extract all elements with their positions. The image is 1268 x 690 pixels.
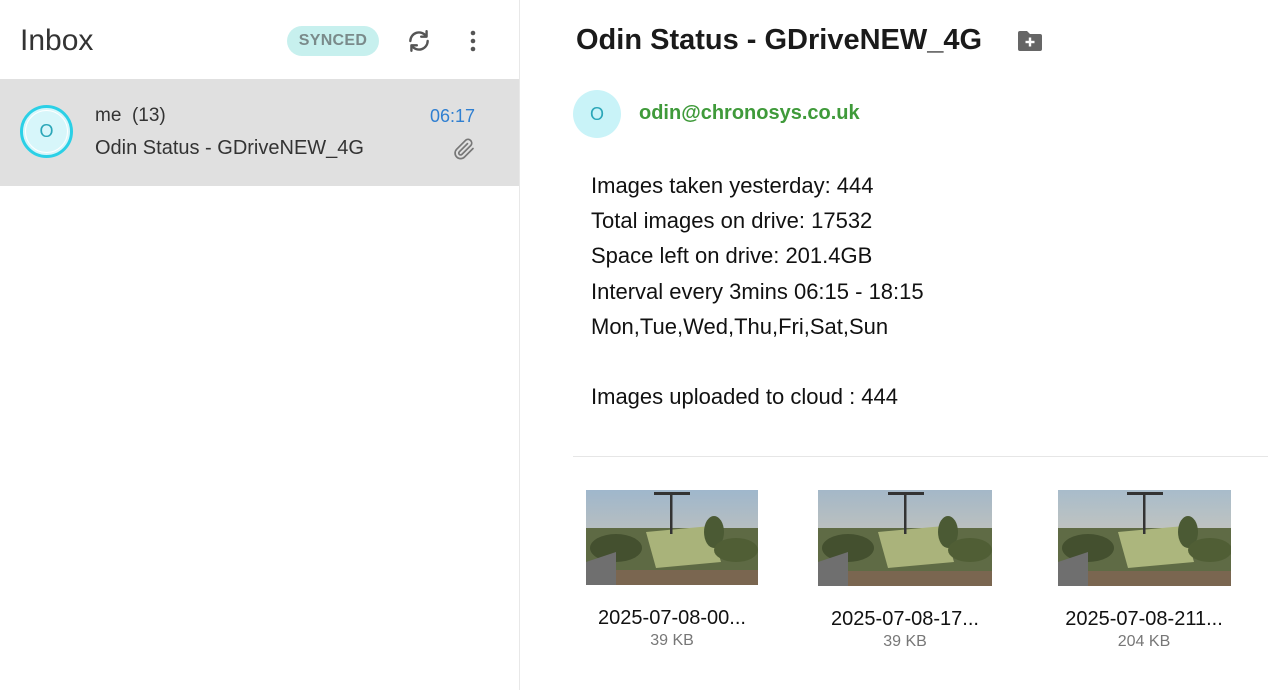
body-line: [591, 344, 924, 379]
sender-name: me: [95, 105, 122, 126]
attachment-thumbnail: [1057, 490, 1231, 586]
refresh-icon: [409, 30, 429, 52]
sender-avatar: O: [20, 105, 73, 158]
attachment-thumbnail: [818, 490, 992, 586]
refresh-button[interactable]: [404, 26, 434, 56]
attachment-size: 39 KB: [883, 633, 927, 650]
inbox-title: Inbox: [20, 24, 94, 57]
attachment-item[interactable]: 2025-07-08-17... 39 KB: [810, 490, 1000, 651]
attachment-item[interactable]: 2025-07-08-00... 39 KB: [577, 490, 767, 650]
body-line: Space left on drive: 201.4GB: [591, 243, 873, 269]
attachment-size: 204 KB: [1117, 633, 1171, 650]
mail-item-subject: Odin Status - GDriveNEW_4G: [95, 137, 364, 159]
from-avatar: O: [573, 90, 621, 138]
paperclip-icon: [454, 138, 474, 160]
divider: [573, 456, 1268, 457]
message-subject: Odin Status - GDriveNEW_4G: [576, 24, 983, 56]
folder-plus-icon[interactable]: [1016, 28, 1044, 54]
attachment-name: 2025-07-08-17...: [831, 608, 979, 630]
mail-item-time: 06:17: [429, 106, 475, 126]
more-vertical-icon: [470, 30, 476, 52]
mail-item-sender: me (13): [95, 105, 166, 127]
attachment-size: 39 KB: [650, 632, 694, 649]
body-line: Images taken yesterday: 444: [591, 173, 874, 198]
attachment-item[interactable]: 2025-07-08-211... 204 KB: [1049, 490, 1239, 651]
from-email[interactable]: odin@chronosys.co.uk: [639, 102, 860, 125]
mail-list-panel: Inbox SYNCED O me (13) 06:17 Odin Status…: [0, 0, 520, 690]
body-line: Mon,Tue,Wed,Thu,Fri,Sat,Sun: [591, 313, 889, 339]
attachment-name: 2025-07-08-211...: [1065, 608, 1223, 630]
message-body: Images taken yesterday: 444 Total images…: [591, 168, 924, 414]
sender-avatar-initial: O: [25, 110, 68, 153]
more-options-button[interactable]: [458, 26, 488, 56]
body-line: Total images on drive: 17532: [591, 208, 873, 234]
mail-list-item[interactable]: O me (13) 06:17 Odin Status - GDriveNEW_…: [0, 79, 519, 186]
thread-count: (13): [131, 105, 166, 126]
mail-list-header: Inbox SYNCED: [0, 0, 520, 79]
body-line: Interval every 3mins 06:15 - 18:15: [591, 278, 924, 304]
attachment-thumbnail: [586, 490, 758, 585]
synced-badge: SYNCED: [287, 26, 379, 56]
body-line: Images uploaded to cloud : 444: [591, 384, 899, 410]
attachment-name: 2025-07-08-00...: [598, 607, 746, 629]
message-view: Odin Status - GDriveNEW_4G O odin@chrono…: [520, 0, 1268, 690]
